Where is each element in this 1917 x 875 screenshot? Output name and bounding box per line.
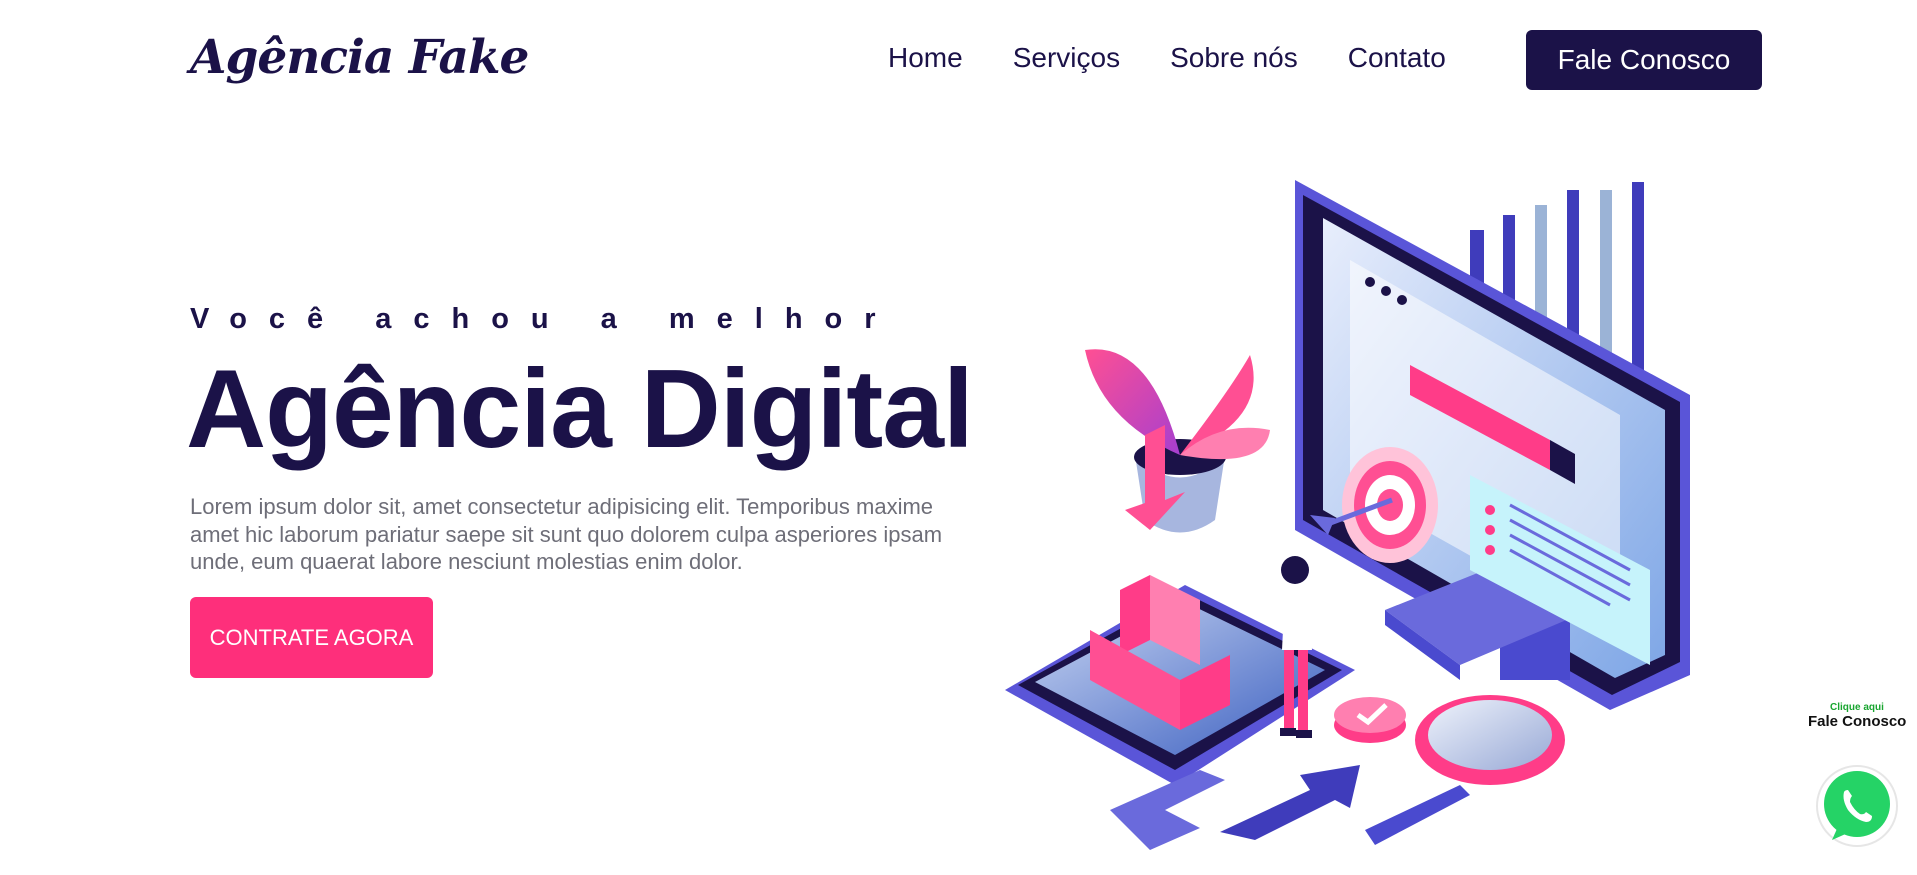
contrate-agora-button[interactable]: CONTRATE AGORA (190, 597, 433, 678)
arrows-icon (1110, 765, 1360, 850)
whatsapp-small-label: Clique aqui (1830, 702, 1884, 713)
nav-contato[interactable]: Contato (1348, 42, 1446, 74)
site-header: Agência Fake Home Serviços Sobre nós Con… (0, 0, 1917, 120)
fale-conosco-button[interactable]: Fale Conosco (1526, 30, 1762, 90)
hero-eyebrow: Você achou a melhor (190, 303, 898, 335)
whatsapp-big-label: Fale Conosco (1808, 713, 1907, 730)
nav-home[interactable]: Home (888, 42, 963, 74)
hero-title: Agência Digital (186, 347, 974, 471)
nav-servicos[interactable]: Serviços (1013, 42, 1120, 74)
nav-sobre-nos[interactable]: Sobre nós (1170, 42, 1298, 74)
plant-icon (1085, 349, 1270, 533)
main-nav: Home Serviços Sobre nós Contato (888, 42, 1446, 74)
person (1280, 556, 1312, 738)
logo[interactable]: Agência Fake (190, 30, 529, 85)
whatsapp-icon[interactable] (1812, 762, 1902, 852)
check-badge-icon (1334, 697, 1406, 743)
hero-description: Lorem ipsum dolor sit, amet consectetur … (190, 494, 943, 574)
hero-illustration (1005, 180, 1690, 850)
